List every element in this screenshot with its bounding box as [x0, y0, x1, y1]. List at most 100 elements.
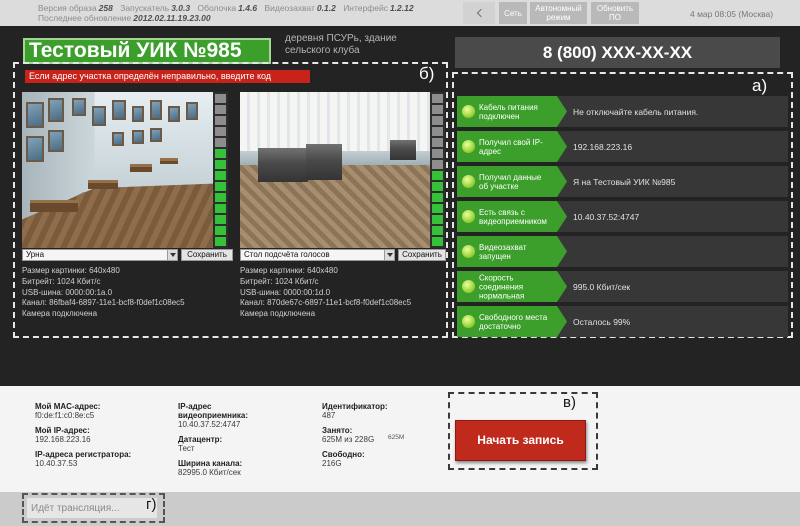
- meter-segment: [215, 160, 226, 169]
- info-label: Датацентр:: [178, 435, 223, 444]
- camera-info-line: Битрейт: 1024 Кбит/с: [22, 276, 101, 286]
- camera-info-line: Канал: 86fbaf4-6897-11e1-bcf8-f0def1c08e…: [22, 298, 185, 308]
- status-value: Осталось 99%: [573, 316, 631, 327]
- info-value: 625M из 228G: [322, 435, 375, 444]
- select-value: Стол подсчёта голосов: [244, 250, 330, 259]
- status-value: 192.168.223.16: [573, 141, 633, 152]
- table: [160, 158, 178, 164]
- datacenter-info: Датацентр: Тест: [178, 435, 222, 454]
- audio-level-meter-left: [213, 92, 228, 248]
- status-label: Получил свой IP-адрес: [457, 131, 567, 162]
- camera-info-line: Камера подключена: [22, 309, 98, 319]
- meter-segment: [432, 237, 443, 246]
- broadcast-input[interactable]: [27, 498, 157, 518]
- info-value: 487: [322, 411, 336, 420]
- picture-frame: [26, 102, 44, 128]
- camera-feed-left: [22, 92, 213, 248]
- info-value: 216G: [322, 459, 342, 468]
- status-label: Есть связь с видеоприемником: [457, 201, 567, 232]
- status-label-text: Скорость соединения нормальная: [479, 273, 525, 300]
- table: [130, 164, 152, 172]
- status-row-speed: Скорость соединения нормальная 995.0 Кби…: [457, 271, 788, 302]
- info-label: Свободно:: [322, 450, 365, 459]
- status-row-capture: Видеозахват запущен: [457, 236, 788, 267]
- status-row-ip: Получил свой IP-адрес 192.168.223.16: [457, 131, 788, 162]
- page-title: Тестовый УИК №985: [23, 38, 271, 64]
- support-phone: 8 (800) XXX-XX-XX: [455, 37, 780, 68]
- bench: [390, 140, 416, 160]
- camera-location-select-left[interactable]: Урна: [22, 249, 178, 261]
- annotation-a: а): [752, 76, 768, 95]
- camera-feed-right: [240, 92, 430, 248]
- status-ok-icon: [462, 280, 475, 293]
- table: [88, 180, 118, 189]
- save-button-left[interactable]: Сохранить: [181, 249, 233, 261]
- status-value: Я на Тестовый УИК №985: [573, 176, 676, 187]
- camera-info-right: Размер картинки: 640x480 Битрейт: 1024 К…: [240, 266, 411, 320]
- version-value: 258: [98, 3, 113, 13]
- meter-segment: [215, 149, 226, 158]
- meter-segment: [215, 182, 226, 191]
- status-value: 10.40.37.52:4747: [573, 211, 640, 222]
- meter-segment: [215, 127, 226, 136]
- annotation-b: б): [419, 64, 435, 83]
- offline-mode-button[interactable]: Автономный режим: [530, 2, 587, 24]
- info-label: Ширина канала:: [178, 459, 243, 468]
- status-label: Свободного места достаточно: [457, 306, 567, 337]
- meter-segment: [215, 215, 226, 224]
- info-value: 10.40.37.52:4747: [178, 420, 241, 429]
- meter-segment: [432, 193, 443, 202]
- meter-segment: [432, 226, 443, 235]
- version-value: 1.4.6: [238, 3, 258, 13]
- picture-frame: [48, 130, 64, 152]
- camera-info-line: Размер картинки: 640x480: [240, 266, 338, 275]
- chevron-down-icon[interactable]: [167, 250, 177, 260]
- picture-frame: [26, 136, 44, 162]
- meter-segment: [432, 171, 443, 180]
- save-button-right[interactable]: Сохранить: [398, 249, 446, 261]
- camera-info-left: Размер картинки: 640x480 Битрейт: 1024 К…: [22, 266, 185, 320]
- status-ok-icon: [462, 315, 475, 328]
- info-label: Мой MAC-адрес:: [35, 402, 101, 411]
- picture-frame: [72, 98, 86, 116]
- status-label-text: Есть связь с видеоприемником: [479, 207, 547, 226]
- meter-segment: [215, 94, 226, 103]
- disk-used-info: Занято: 625M из 228G: [322, 426, 374, 445]
- status-ok-icon: [462, 140, 475, 153]
- address-code-notice[interactable]: Если адрес участка определён неправильно…: [25, 70, 310, 83]
- chevron-down-icon[interactable]: [384, 250, 394, 260]
- datetime: 4 мар 08:05 (Москва): [690, 9, 774, 19]
- network-button[interactable]: Сеть: [499, 2, 527, 24]
- info-label: IP-адрес видеоприемника:: [178, 402, 249, 420]
- annotation-g: г): [146, 496, 157, 513]
- picture-frame: [150, 100, 162, 120]
- status-label: Скорость соединения нормальная: [457, 271, 567, 302]
- start-recording-button[interactable]: Начать запись: [455, 420, 586, 461]
- info-value: Тест: [178, 444, 195, 453]
- bench: [306, 144, 342, 180]
- picture-frame: [48, 98, 64, 122]
- bandwidth-info: Ширина канала: 82995.0 Кбит/сек: [178, 459, 242, 478]
- status-label-text: Получил свой IP-адрес: [479, 137, 543, 156]
- status-ok-icon: [462, 245, 475, 258]
- info-value: 192.168.223.16: [35, 435, 91, 444]
- camera-location-select-right[interactable]: Стол подсчёта голосов: [240, 249, 395, 261]
- status-row-disk: Свободного места достаточно Осталось 99%: [457, 306, 788, 337]
- meter-segment: [432, 116, 443, 125]
- audio-level-meter-right: [430, 92, 445, 248]
- version-label: Оболочка: [197, 3, 237, 13]
- camera-info-line: USB-шина: 0000:00:1d.0: [240, 287, 331, 297]
- meter-segment: [215, 105, 226, 114]
- disk-free-info: Свободно: 216G: [322, 450, 365, 469]
- version-value: 3.0.3: [171, 3, 191, 13]
- meter-segment: [215, 193, 226, 202]
- identifier-info: Идентификатор: 487: [322, 402, 388, 421]
- meter-segment: [432, 160, 443, 169]
- update-software-button[interactable]: Обновить ПО: [591, 2, 639, 24]
- precinct-address: деревня ПСУРь, здание сельского клуба: [285, 33, 397, 56]
- table: [30, 200, 78, 212]
- last-update-value: 2012.02.11.19.23.00: [133, 13, 211, 23]
- status-ok-icon: [462, 175, 475, 188]
- back-button[interactable]: [463, 2, 495, 24]
- meter-segment: [432, 105, 443, 114]
